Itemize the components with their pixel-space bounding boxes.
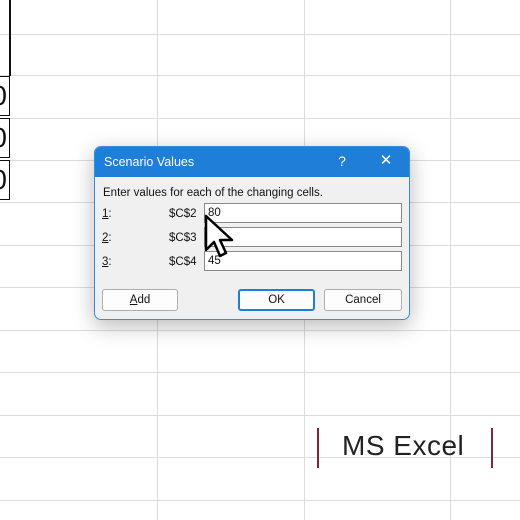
row-label-3: 3: <box>102 256 112 268</box>
help-button[interactable]: ? <box>333 151 351 171</box>
add-label-rest: dd <box>137 294 151 306</box>
brand-label: MS Excel <box>342 430 465 461</box>
sheet-cell[interactable]: 0 <box>0 76 10 116</box>
dialog-instructions: Enter values for each of the changing ce… <box>103 187 323 199</box>
cell-ref-3: $C$4 <box>169 256 197 268</box>
ok-button[interactable]: OK <box>238 289 315 311</box>
row-colon: : <box>108 208 112 220</box>
cancel-button[interactable]: Cancel <box>324 289 402 311</box>
grid-row-line <box>0 34 520 35</box>
sheet-cell[interactable]: 0 <box>0 160 10 200</box>
row-colon: : <box>108 232 112 244</box>
mouse-pointer-icon <box>204 214 234 258</box>
row-label-2: 2: <box>102 232 112 244</box>
cell-value: 0 <box>0 164 7 195</box>
brand-divider-right <box>491 428 493 468</box>
brand-divider-left <box>317 428 319 468</box>
dialog-title: Scenario Values <box>104 155 195 169</box>
grid-row-line <box>0 118 520 119</box>
scenario-values-dialog: Scenario Values ? ✕ Enter values for eac… <box>94 146 410 320</box>
cell-value: 0 <box>0 80 7 111</box>
row-label-1: 1: <box>102 208 112 220</box>
excel-stage: 0 0 0 Scenario Values ? ✕ Enter values f… <box>0 0 520 520</box>
close-button[interactable]: ✕ <box>377 151 395 171</box>
dialog-titlebar[interactable]: Scenario Values ? ✕ <box>95 147 409 177</box>
row-colon: : <box>108 256 112 268</box>
grid-row-line <box>0 75 520 76</box>
add-button[interactable]: Add <box>102 289 178 311</box>
cell-border-line <box>9 0 11 76</box>
grid-row-line <box>0 500 520 501</box>
grid-row-line <box>0 415 520 416</box>
grid-row-line <box>0 330 520 331</box>
cell-ref-2: $C$3 <box>169 232 197 244</box>
cell-value: 0 <box>0 122 7 153</box>
sheet-cell[interactable]: 0 <box>0 118 10 158</box>
grid-row-line <box>0 372 520 373</box>
cell-ref-1: $C$2 <box>169 208 197 220</box>
